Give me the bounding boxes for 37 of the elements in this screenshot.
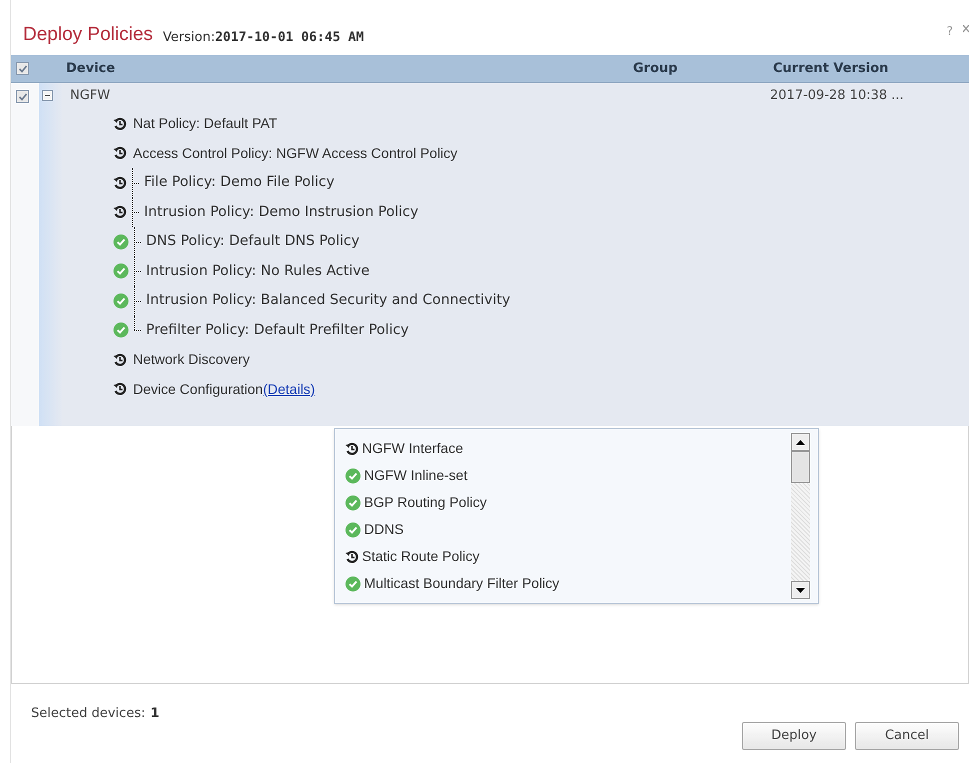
policy-label: Intrusion Policy: No Rules Active (146, 262, 370, 281)
scrollbar[interactable] (791, 433, 810, 599)
list-item: Static Route Policy (362, 547, 480, 566)
checkbox[interactable] (16, 62, 29, 75)
policy-label: Prefilter Policy: Default Prefilter Policy (146, 320, 409, 340)
selected-devices-label: Selected devices: (31, 705, 146, 723)
version-value: 2017-10-01 06:45 AM (215, 28, 364, 46)
selected-devices-count: 1 (150, 705, 160, 723)
scroll-up-icon[interactable] (796, 440, 805, 444)
details-link[interactable]: (Details) (262, 378, 316, 400)
close-icon[interactable] (963, 25, 969, 34)
list-item: NGFW Interface (362, 439, 464, 458)
list-item: NGFW Inline-set (364, 466, 468, 485)
checkbox[interactable] (16, 90, 29, 103)
policy-label: Access Control Policy: NGFW Access Control Policy (133, 144, 458, 163)
list-item: Multicast Boundary Filter Policy (364, 574, 560, 593)
policy-label: File Policy: Demo File Policy (144, 173, 334, 192)
version-label: Version: (162, 28, 216, 46)
column-header[interactable]: Device (66, 58, 633, 78)
dialog-button[interactable]: Cancel (855, 722, 959, 750)
current-version: 2017-09-28 10:38 ... (770, 87, 904, 106)
scroll-down-icon[interactable] (796, 588, 805, 592)
policy-label: Device Configuration (133, 380, 263, 399)
policy-label: Intrusion Policy: Balanced Security and Connectivity (146, 291, 510, 310)
dialog-title: Deploy Policies (23, 22, 153, 46)
list-item: BGP Routing Policy (364, 493, 487, 512)
device-name: NGFW (69, 87, 112, 106)
column-header[interactable]: Group (633, 58, 773, 78)
policy-label: Intrusion Policy: Demo Instrusion Policy (144, 202, 418, 222)
collapse-toggle[interactable] (42, 90, 53, 101)
scroll-thumb[interactable] (791, 451, 810, 483)
list-item: DDNS (364, 520, 404, 539)
policy-label: DNS Policy: Default DNS Policy (146, 232, 360, 252)
dialog-button[interactable]: Deploy (742, 722, 846, 750)
policy-label: Network Discovery (133, 350, 250, 370)
column-header[interactable]: Current Version (773, 58, 888, 78)
policy-label: Nat Policy: Default PAT (133, 114, 278, 134)
